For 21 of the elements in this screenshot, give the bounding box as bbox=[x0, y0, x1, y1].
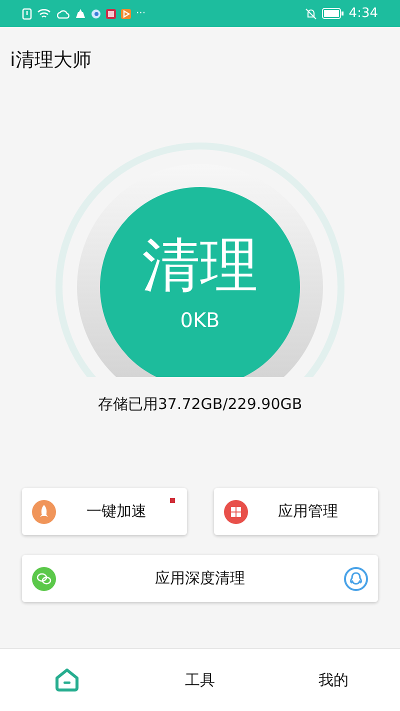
clock: 4:34 bbox=[348, 6, 378, 21]
feature-card[interactable]: 应用管理 bbox=[214, 488, 378, 535]
nav-tab[interactable]: 我的 bbox=[266, 649, 400, 711]
play-icon bbox=[121, 8, 131, 18]
penguin-icon bbox=[344, 566, 368, 590]
cloud-icon bbox=[56, 8, 70, 18]
sim-icon bbox=[22, 8, 32, 20]
chat-icon bbox=[32, 566, 56, 590]
bag-icon bbox=[75, 8, 86, 19]
grid-icon bbox=[224, 500, 248, 524]
battery-icon bbox=[322, 8, 344, 19]
feature-card[interactable]: 应用深度清理 bbox=[22, 555, 378, 602]
rocket-icon bbox=[32, 500, 56, 524]
feature-card[interactable]: 一键加速 bbox=[22, 488, 186, 535]
mute-bell-icon bbox=[304, 8, 317, 20]
more-notifications: ··· bbox=[136, 8, 146, 19]
nav-tab[interactable]: 工具 bbox=[133, 649, 267, 711]
home-icon bbox=[52, 666, 81, 694]
wifi-icon bbox=[37, 8, 51, 19]
storage-usage: 存储已用37.72GB/229.90GB bbox=[96, 395, 304, 414]
app-title: i清理大师 bbox=[10, 48, 92, 73]
